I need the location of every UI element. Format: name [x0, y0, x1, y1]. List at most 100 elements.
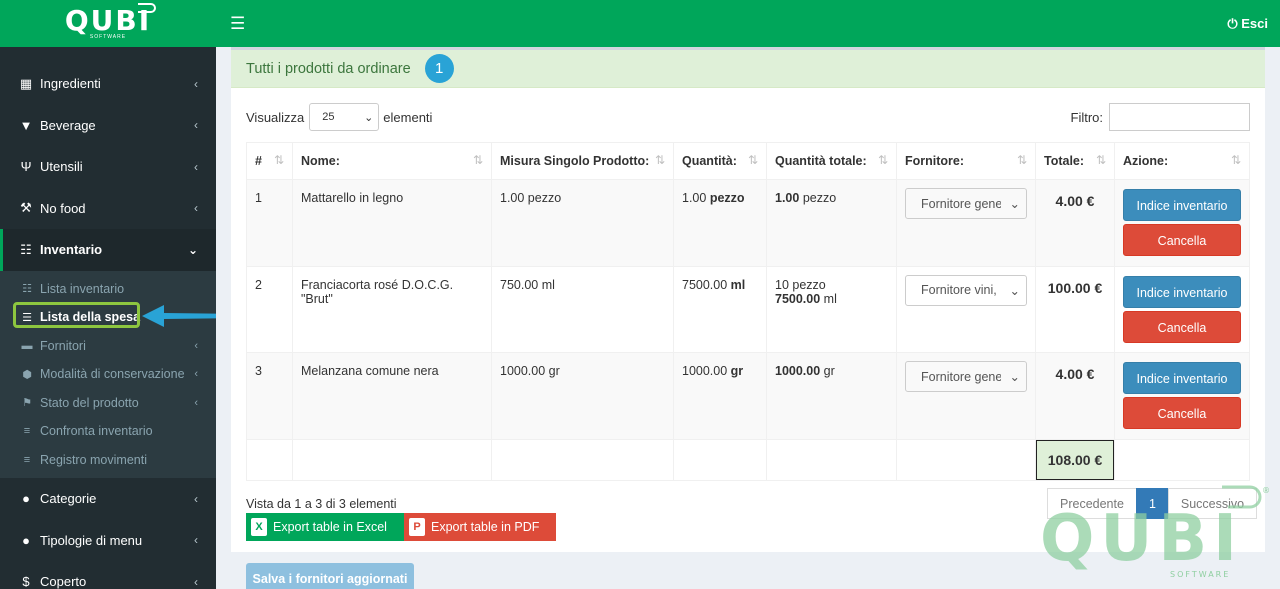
filter-control: Filtro:	[1070, 103, 1250, 131]
cell-qty: 7500.00 ml	[673, 265, 767, 353]
page-length-select[interactable]: 25 ⌄	[309, 103, 380, 131]
sidebar-item-label: No food	[40, 200, 86, 216]
inventory-index-button[interactable]: Indice inventario	[1123, 275, 1241, 308]
page-length-control: Visualizza 25 ⌄ elementi	[246, 103, 432, 131]
delete-button[interactable]: Cancella	[1123, 397, 1241, 429]
supplier-select[interactable]: Fornitore vini, ...⌄	[905, 274, 1027, 306]
chevron-left-icon: ‹	[194, 118, 198, 133]
wrench-icon: ⚒	[20, 200, 32, 216]
sort-icon: ⇅	[1230, 153, 1241, 167]
table-header-row: # ⇅ Nome: ⇅ Misura Singolo Prodotto: ⇅ Quan…	[246, 142, 1250, 180]
col-header-qty[interactable]: Quantità: ⇅	[673, 142, 767, 180]
top-header: ☰ ⏻ Esci	[216, 0, 1280, 47]
chevron-down-icon: ⌄	[364, 111, 374, 124]
chevron-down-icon: ⌄	[1009, 370, 1020, 384]
sort-icon: ⇅	[747, 153, 758, 167]
col-header-total[interactable]: Totale: ⇅	[1035, 142, 1115, 180]
export-pdf-label: Export table in PDF	[431, 520, 540, 534]
svg-text:QUBI: QUBI	[1040, 502, 1243, 576]
col-header-measure[interactable]: Misura Singolo Prodotto: ⇅	[491, 142, 674, 180]
sub-item-modalita-conservazione[interactable]: ⬢ Modalità di conservazione ‹	[0, 360, 216, 389]
sidebar-item-ingredienti[interactable]: ▦ Ingredienti ‹	[0, 63, 216, 105]
sidebar-menu-bottom: ● Categorie ‹ ● Tipologie di menu ‹ $ Co…	[0, 478, 216, 589]
col-header-num[interactable]: # ⇅	[246, 142, 293, 180]
brand-logo[interactable]: QUBI SOFTWARE	[0, 0, 216, 47]
sub-item-stato-prodotto[interactable]: ⚑ Stato del prodotto ‹	[0, 389, 216, 418]
cell-qty: 1000.00 gr	[673, 352, 767, 440]
export-buttons: X Export table in Excel P Export table i…	[246, 513, 556, 541]
logo-mark-icon	[138, 3, 156, 13]
table-row: 1 Mattarello in legno 1.00 pezzo 1.00 pe…	[246, 179, 1250, 267]
info-icon: ●	[22, 532, 30, 548]
sort-icon: ⇅	[472, 153, 483, 167]
grand-total: 108.00 €	[1036, 439, 1114, 480]
orders-table: # ⇅ Nome: ⇅ Misura Singolo Prodotto: ⇅ Quan…	[246, 142, 1250, 481]
cell-name: Melanzana comune nera	[292, 352, 492, 440]
sub-item-fornitori[interactable]: ▬ Fornitori ‹	[0, 332, 216, 361]
highlight-frame	[13, 302, 140, 328]
dollar-icon: $	[22, 574, 30, 589]
orders-panel: Tutti i prodotti da ordinare 1 Visualizz…	[231, 47, 1265, 552]
svg-text:SOFTWARE: SOFTWARE	[1170, 570, 1230, 579]
cubes-icon: ▦	[19, 75, 33, 91]
cell-num: 3	[246, 352, 293, 440]
sub-item-label: Confronta inventario	[40, 424, 153, 439]
sub-item-label: Registro movimenti	[40, 452, 147, 467]
sidebar-item-tipologie-menu[interactable]: ● Tipologie di menu ‹	[0, 520, 216, 562]
cell-measure: 1000.00 gr	[491, 352, 674, 440]
sub-item-confronta-inventario[interactable]: ≡ Confronta inventario	[0, 417, 216, 446]
col-header-action[interactable]: Azione: ⇅	[1114, 142, 1250, 180]
panel-title: Tutti i prodotti da ordinare	[246, 60, 411, 77]
cell-qty-total: 1.00 pezzo	[766, 179, 897, 267]
cell-supplier: Fornitore generico⌄	[896, 179, 1036, 267]
inventory-index-button[interactable]: Indice inventario	[1123, 362, 1241, 394]
sub-item-lista-inventario[interactable]: ☷ Lista inventario	[0, 275, 216, 304]
inventory-index-button[interactable]: Indice inventario	[1123, 189, 1241, 221]
filter-input[interactable]	[1109, 103, 1250, 131]
sort-icon: ⇅	[1095, 153, 1106, 167]
cell-name: Mattarello in legno	[292, 179, 492, 267]
brand-sub: SOFTWARE	[89, 34, 127, 40]
sub-item-label: Modalità di conservazione	[40, 367, 185, 382]
panel-header: Tutti i prodotti da ordinare 1	[231, 50, 1265, 88]
export-pdf-button[interactable]: P Export table in PDF	[404, 513, 556, 541]
show-suffix: elementi	[383, 109, 433, 125]
save-suppliers-button[interactable]: Salva i fornitori aggiornati	[246, 563, 414, 589]
table-info: Vista da 1 a 3 di 3 elementi	[246, 497, 397, 511]
sub-item-registro-movimenti[interactable]: ≡ Registro movimenti	[0, 446, 216, 475]
sidebar: QUBI SOFTWARE ▦ Ingredienti ‹ ▼ Beverage…	[0, 0, 246, 589]
cell-total: 4.00 €	[1035, 352, 1115, 440]
truck-icon: ▬	[21, 339, 33, 352]
chevron-left-icon: ‹	[194, 533, 198, 548]
col-header-supplier[interactable]: Fornitore: ⇅	[896, 142, 1036, 180]
logout-button[interactable]: ⏻ Esci	[1227, 16, 1268, 32]
col-header-qty-total[interactable]: Quantità totale: ⇅	[766, 142, 897, 180]
bars-icon[interactable]: ☰	[230, 14, 245, 34]
sidebar-item-categorie[interactable]: ● Categorie ‹	[0, 478, 216, 520]
sidebar-item-inventario[interactable]: ☷ Inventario ⌄	[0, 229, 216, 271]
delete-button[interactable]: Cancella	[1123, 310, 1241, 343]
info-icon: ●	[22, 491, 30, 507]
supplier-select[interactable]: Fornitore generico⌄	[905, 188, 1027, 219]
sidebar-menu: ▦ Ingredienti ‹ ▼ Beverage ‹ Ψ Utensili …	[0, 63, 216, 271]
sort-icon: ⇅	[654, 153, 665, 167]
sort-icon: ⇅	[877, 153, 888, 167]
sidebar-item-beverage[interactable]: ▼ Beverage ‹	[0, 105, 216, 147]
col-header-name[interactable]: Nome: ⇅	[292, 142, 492, 180]
page-length-value: 25	[322, 111, 335, 123]
delete-button[interactable]: Cancella	[1123, 224, 1241, 256]
sidebar-item-no-food[interactable]: ⚒ No food ‹	[0, 188, 216, 230]
cell-measure: 1.00 pezzo	[491, 179, 674, 267]
sort-icon: ⇅	[273, 153, 284, 167]
table-icon: ☷	[22, 283, 32, 296]
export-excel-button[interactable]: X Export table in Excel	[246, 513, 404, 541]
sidebar-item-utensili[interactable]: Ψ Utensili ‹	[0, 146, 216, 188]
pdf-file-icon: P	[409, 518, 425, 536]
chevron-left-icon: ‹	[194, 159, 198, 174]
chevron-left-icon: ‹	[194, 574, 198, 589]
table-row: 3 Melanzana comune nera 1000.00 gr 1000.…	[246, 352, 1250, 440]
cell-qty-total: 10 pezzo 7500.00 ml	[766, 265, 897, 353]
sidebar-item-coperto[interactable]: $ Coperto ‹	[0, 561, 216, 589]
supplier-select[interactable]: Fornitore generico⌄	[905, 361, 1027, 392]
filter-label: Filtro:	[1070, 109, 1104, 125]
